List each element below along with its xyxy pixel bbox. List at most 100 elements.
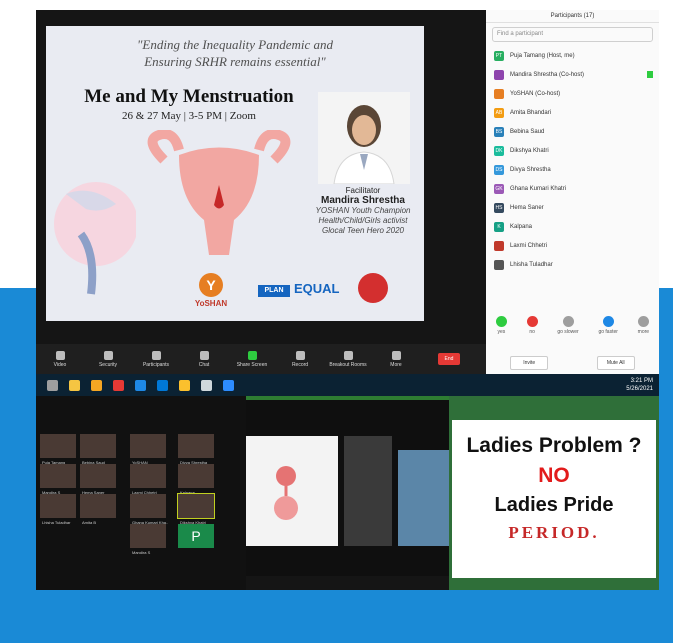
video-tile: YoSHAN [130,434,166,465]
avatar: GK [494,183,504,194]
video-tile: Divya Shrestha [178,434,214,465]
participants-button[interactable]: Participants [132,350,180,368]
video-tile: Mandira S [130,524,166,555]
grid-icon [343,350,353,360]
participant-name: Ghana Kumari Khatri [510,185,567,192]
share-screen-button[interactable]: Share Screen [228,350,276,368]
edge-icon[interactable] [157,379,168,391]
share-screen-icon [247,350,257,360]
avatar: HS [494,202,504,213]
video-tile: Puja Tamang [40,434,76,465]
participants-title: Participants (17) [486,10,659,23]
participant-item[interactable]: AB Amita Bhandari [486,103,659,122]
avatar [494,88,504,99]
shared-slide-thumbnail [246,436,338,546]
slide-quote: "Ending the Inequality Pandemic and Ensu… [46,36,424,70]
plan-logo: PLAN [258,285,290,297]
chat-button[interactable]: Chat [180,350,228,368]
poster-line-1: Ladies Problem ? [466,434,642,457]
yoshan-text: YoSHAN [194,299,228,308]
avatar [494,259,504,270]
zoom-meeting-icon[interactable] [223,379,234,391]
poster-line-2: NO [538,464,570,487]
participant-name: Lhisha Tuladhar [510,261,553,268]
chrome-icon[interactable] [179,379,190,391]
mute-all-button[interactable]: Mute All [596,356,635,370]
avatar: BS [494,126,504,137]
more-icon [391,350,401,360]
record-button[interactable]: Record [276,350,324,368]
participant-search-input[interactable]: Find a participant [492,27,653,42]
campaign-badge [358,273,388,303]
participant-name: Mandira Shrestha (Co-host) [510,71,585,78]
breakout-rooms-button[interactable]: Breakout Rooms [324,350,372,368]
participant-name: Amita Bhandari [510,109,552,116]
participant-item[interactable]: GK Ghana Kumari Khatri [486,179,659,198]
video-icon [55,350,65,360]
reaction-yes[interactable]: yes [495,316,507,344]
clock-time: 3:21 PM [630,378,653,384]
video-tile: Bebina Saud [80,434,116,465]
participant-item[interactable]: BS Bebina Saud [486,122,659,141]
windows-taskbar: 3:21 PM 5/26/2021 [36,374,659,396]
video-tile: Kalpana [178,464,214,495]
participant-name: Dikshya Khatri [510,147,549,154]
video-tile-active-speaker: Dikshya Khatri [177,493,215,525]
video-tile: Ghana Kumari Kha.. [130,494,168,525]
reaction-go-faster[interactable]: go faster [598,316,618,344]
participant-item[interactable]: YoSHAN (Co-host) [486,84,659,103]
more-icon [637,316,649,327]
x-icon [526,316,538,327]
participant-name: Puja Tamang (Host, me) [510,52,575,59]
participant-item[interactable]: Lhisha Tuladhar [486,255,659,274]
sponsor-logos: Y YoSHAN PLAN EQUAL [166,273,416,313]
yoshan-mark-icon: Y [199,273,223,297]
security-button[interactable]: Security [84,350,132,368]
end-meeting-button[interactable]: End [438,353,460,365]
quote-line-1: "Ending the Inequality Pandemic and [136,37,334,52]
audio-icon [647,71,653,78]
zoom-icon[interactable] [135,379,146,391]
participant-actions: Invite Mute All [486,356,659,370]
avatar: AB [494,107,504,118]
reaction-go-slower[interactable]: go slower [557,316,579,344]
system-tray-clock[interactable]: 3:21 PM 5/26/2021 [626,377,653,393]
participant-name: Hema Saner [510,204,544,211]
participant-item[interactable]: HS Hema Saner [486,198,659,217]
video-tile: Hema Saner [80,464,116,495]
check-icon [495,316,507,327]
participant-item[interactable]: PT Puja Tamang (Host, me) [486,46,659,65]
zoom-toolbar: Video Security Participants Chat Share S… [36,344,486,374]
collage-screenshot: "Ending the Inequality Pandemic and Ensu… [36,10,659,590]
file-explorer-icon[interactable] [69,379,80,391]
video-tile: Laxmi Chhetri [130,464,166,495]
shield-icon [103,350,113,360]
participant-item[interactable]: Mandira Shrestha (Co-host) [486,65,659,84]
slide-date: 26 & 27 May | 3-5 PM | Zoom [122,110,256,122]
video-tile: Mandira S [40,464,76,495]
folder-icon[interactable] [91,379,102,391]
record-icon [295,350,305,360]
reaction-no[interactable]: no [526,316,538,344]
participants-panel: Participants (17) Find a participant PT P… [486,10,659,380]
gallery-view: Puja Tamang Bebina Saud YoSHAN Divya Shr… [36,396,246,590]
participant-item[interactable]: DS Divya Shrestha [486,160,659,179]
more-button[interactable]: More [372,350,420,368]
faster-icon [602,316,614,327]
avatar: K [494,221,504,232]
video-button[interactable]: Video [36,350,84,368]
participant-item[interactable]: K Kalpana [486,217,659,236]
task-view-icon[interactable] [47,379,58,391]
video-tile: Lhisha Tuladhar [40,494,76,525]
app-icon[interactable] [201,379,212,391]
yoshan-logo: Y YoSHAN [188,273,234,308]
people-icon [151,350,161,360]
reaction-more[interactable]: more [638,316,649,344]
opera-icon[interactable] [113,379,124,391]
reaction-buttons: yes no go slower go faster more [486,316,659,344]
poster-line-4: PERIOD. [508,523,600,542]
participant-item[interactable]: DK Dikshya Khatri [486,141,659,160]
invite-button[interactable]: Invite [510,356,549,370]
participant-item[interactable]: Laxmi Chhetri [486,236,659,255]
clock-date: 5/26/2021 [626,386,653,392]
